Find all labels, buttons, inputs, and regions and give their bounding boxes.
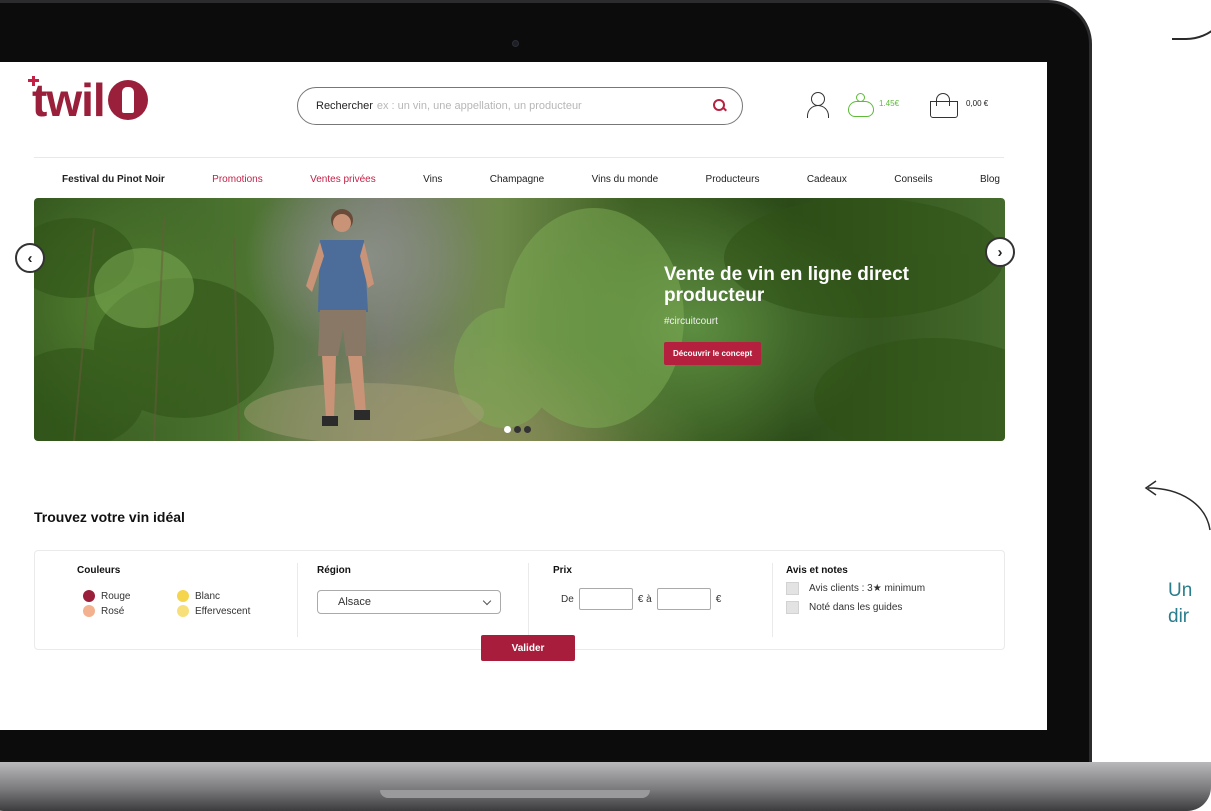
hero-title: Vente de vin en ligne direct producteur [664, 264, 909, 306]
chevron-right-icon: › [997, 243, 1003, 261]
chevron-left-icon: ‹ [27, 249, 33, 267]
carousel-dot-3[interactable] [524, 426, 531, 433]
chevron-down-icon [482, 596, 492, 605]
rose-swatch [83, 605, 95, 617]
side-caption-line: dir [1168, 606, 1190, 627]
side-caption-line: Un [1168, 580, 1193, 601]
checkbox[interactable] [786, 601, 799, 614]
price-title: Prix [553, 565, 572, 576]
carousel-next-button[interactable]: › [985, 237, 1015, 267]
winemaker-figure [306, 209, 374, 426]
nav-item-champagne[interactable]: Champagne [490, 174, 544, 185]
user-icon[interactable] [806, 92, 830, 118]
price-unit: € [715, 593, 722, 605]
carousel-dots [504, 426, 531, 433]
vineyard-photo [34, 198, 1005, 441]
piggy-bank-icon[interactable] [848, 93, 874, 117]
logo-plus-mark [28, 76, 39, 86]
price-filter: Prix De € à € [553, 565, 721, 610]
webcam [512, 40, 519, 47]
nav-item-blog[interactable]: Blog [980, 174, 1000, 185]
filter-divider [528, 563, 529, 637]
basket-total[interactable]: 0,00 € [966, 99, 988, 108]
price-to-label: € à [637, 593, 652, 605]
nav-item-conseils[interactable]: Conseils [894, 174, 932, 185]
laptop-base [0, 762, 1211, 811]
region-filter: Région Alsace [317, 565, 501, 614]
filter-divider [772, 563, 773, 637]
carousel-prev-button[interactable]: ‹ [15, 243, 45, 273]
laptop-notch [380, 790, 650, 798]
search-input[interactable] [376, 100, 710, 112]
search-bar[interactable]: Rechercher [297, 87, 743, 125]
hero-hashtag: #circuitcourt [664, 316, 718, 327]
finder-title: Trouvez votre vin idéal [34, 509, 185, 525]
checkbox[interactable] [786, 582, 799, 595]
cagnotte-amount[interactable]: 1.45€ [879, 99, 899, 108]
colors-filter: Couleurs Rouge Blanc Rosé Effervescent [77, 565, 297, 617]
main-nav: Festival du Pinot Noir Promotions Ventes… [34, 166, 1006, 192]
color-option-rose[interactable]: Rosé [83, 605, 177, 617]
price-from-label: De [561, 593, 574, 605]
reviews-option-label: Avis clients : 3★ minimum [809, 583, 926, 594]
price-min-input[interactable] [578, 588, 633, 610]
nav-item-ventes-privees[interactable]: Ventes privées [310, 174, 376, 185]
filter-divider [297, 563, 298, 637]
color-option-effervescent[interactable]: Effervescent [177, 605, 297, 617]
browser-viewport: twil Rechercher 1.45€ 0,00 € Festival du… [0, 62, 1047, 730]
decorative-curve [1172, 0, 1211, 40]
logo-text: twil [32, 74, 106, 126]
search-label: Rechercher [316, 100, 373, 112]
color-label: Rouge [101, 590, 131, 602]
hero-carousel: Vente de vin en ligne direct producteur … [34, 198, 1005, 441]
reviews-option-label: Noté dans les guides [809, 602, 903, 613]
color-label: Blanc [195, 590, 221, 602]
color-label: Effervescent [195, 605, 251, 617]
side-caption: Un dir [1168, 578, 1192, 630]
price-max-input[interactable] [656, 588, 711, 610]
search-icon[interactable] [710, 96, 730, 116]
color-option-blanc[interactable]: Blanc [177, 590, 297, 602]
reviews-option-guides[interactable]: Noté dans les guides [786, 601, 925, 614]
reviews-option-customer[interactable]: Avis clients : 3★ minimum [786, 582, 925, 595]
reviews-title: Avis et notes [786, 565, 848, 576]
nav-item-cadeaux[interactable]: Cadeaux [807, 174, 847, 185]
region-title: Région [317, 565, 351, 576]
basket-icon[interactable] [930, 91, 958, 119]
nav-item-promotions[interactable]: Promotions [212, 174, 263, 185]
carousel-dot-1[interactable] [504, 426, 511, 433]
reviews-filter: Avis et notes Avis clients : 3★ minimum … [786, 565, 925, 614]
page: twil Rechercher 1.45€ 0,00 € Festival du… [0, 0, 1211, 811]
nav-item-vins[interactable]: Vins [423, 174, 442, 185]
rouge-swatch [83, 590, 95, 602]
color-label: Rosé [101, 605, 125, 617]
logo[interactable]: twil [28, 74, 148, 126]
nav-item-producteurs[interactable]: Producteurs [706, 174, 760, 185]
nav-item-festival[interactable]: Festival du Pinot Noir [62, 174, 165, 185]
curved-arrow-icon [1144, 480, 1211, 531]
nav-item-vins-du-monde[interactable]: Vins du monde [592, 174, 659, 185]
colors-title: Couleurs [77, 565, 121, 576]
blanc-swatch [177, 590, 189, 602]
color-option-rouge[interactable]: Rouge [83, 590, 177, 602]
submit-button[interactable]: Valider [481, 635, 575, 661]
carousel-dot-2[interactable] [514, 426, 521, 433]
effervescent-swatch [177, 605, 189, 617]
region-select[interactable]: Alsace [317, 590, 501, 614]
header-divider [34, 157, 1004, 158]
discover-concept-button[interactable]: Découvrir le concept [664, 342, 762, 365]
region-selected-value: Alsace [338, 596, 372, 608]
bottle-icon [107, 80, 148, 120]
